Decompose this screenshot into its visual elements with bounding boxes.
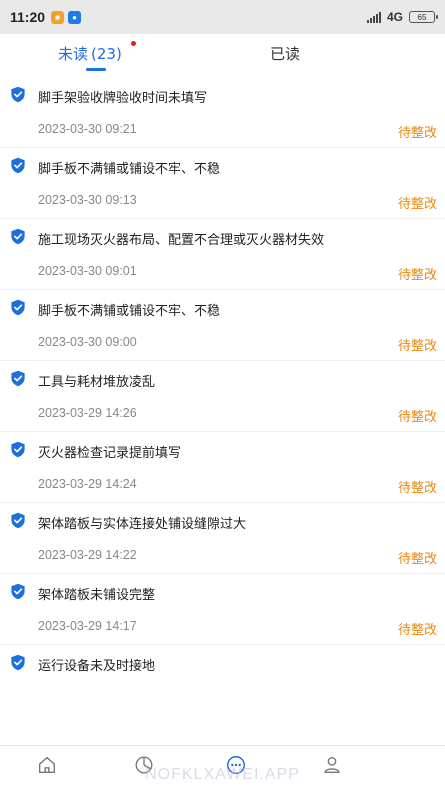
- item-title: 架体踏板与实体连接处铺设缝隙过大: [38, 517, 247, 532]
- shield-check-icon: [11, 583, 25, 600]
- item-time: 2023-03-29 14:26: [38, 406, 137, 420]
- item-title: 脚手板不满铺或铺设不牢、不稳: [38, 162, 221, 177]
- list-item[interactable]: 脚手架验收牌验收时间未填写 2023-03-30 09:21 待整改: [0, 77, 445, 148]
- status-badge: 待整改: [397, 268, 437, 283]
- item-time: 2023-03-30 09:01: [38, 264, 137, 278]
- item-time: 2023-03-30 09:00: [38, 335, 137, 349]
- shield-check-icon: [11, 441, 25, 458]
- item-title: 脚手架验收牌验收时间未填写: [38, 91, 208, 106]
- status-badge: 待整改: [397, 552, 437, 567]
- shield-check-icon: [11, 654, 25, 671]
- item-title: 工具与耗材堆放凌乱: [38, 375, 156, 390]
- item-time: 2023-03-29 14:17: [38, 619, 137, 633]
- item-title: 架体踏板未铺设完整: [38, 588, 156, 603]
- list-item[interactable]: 架体踏板与实体连接处铺设缝隙过大 2023-03-29 14:22 待整改: [0, 503, 445, 574]
- status-badge: 待整改: [397, 126, 437, 141]
- network-type: 4G: [386, 10, 403, 24]
- list-item[interactable]: 工具与耗材堆放凌乱 2023-03-29 14:26 待整改: [0, 361, 445, 432]
- list-item[interactable]: 脚手板不满铺或铺设不牢、不稳 2023-03-30 09:00 待整改: [0, 290, 445, 361]
- item-title: 施工现场灭火器布局、配置不合理或灭火器材失效: [38, 233, 325, 248]
- notification-app-icon-2: ●: [68, 10, 82, 24]
- item-time: 2023-03-29 14:22: [38, 548, 137, 562]
- battery-icon: 65: [409, 11, 438, 23]
- tab-unread-count: (23): [91, 45, 122, 63]
- shield-check-icon: [11, 299, 25, 316]
- unread-badge-dot: [131, 41, 136, 46]
- tab-bar: 未读 (23) 已读: [0, 34, 445, 74]
- active-tab-indicator: [86, 68, 106, 71]
- signal-icon: [366, 11, 381, 23]
- status-badge: 待整改: [397, 339, 437, 354]
- item-title: 脚手板不满铺或铺设不牢、不稳: [38, 304, 221, 319]
- status-badge: 待整改: [397, 623, 437, 638]
- status-time: 11:20: [10, 9, 46, 25]
- tab-read[interactable]: 已读: [270, 43, 300, 64]
- notification-app-icon: ■: [51, 10, 65, 24]
- list-item[interactable]: 灭火器检查记录提前填写 2023-03-29 14:24 待整改: [0, 432, 445, 503]
- list-item[interactable]: 施工现场灭火器布局、配置不合理或灭火器材失效 2023-03-30 09:01 待整…: [0, 219, 445, 290]
- shield-check-icon: [11, 370, 25, 387]
- item-time: 2023-03-30 09:13: [38, 193, 137, 207]
- tab-unread[interactable]: 未读 (23): [58, 43, 122, 64]
- list-item[interactable]: 脚手板不满铺或铺设不牢、不稳 2023-03-30 09:13 待整改: [0, 148, 445, 219]
- shield-check-icon: [11, 86, 25, 103]
- status-badge: 待整改: [397, 197, 437, 212]
- watermark: NOFKLXAWEI.APP: [145, 766, 300, 783]
- item-title: 运行设备未及时接地: [38, 659, 156, 674]
- shield-check-icon: [11, 157, 25, 174]
- notification-list: 脚手架验收牌验收时间未填写 2023-03-30 09:21 待整改 脚手板不满铺或铺…: [0, 77, 445, 716]
- list-item[interactable]: 运行设备未及时接地: [0, 645, 445, 716]
- status-badge: 待整改: [397, 481, 437, 496]
- shield-check-icon: [11, 512, 25, 529]
- list-item[interactable]: 架体踏板未铺设完整 2023-03-29 14:17 待整改: [0, 574, 445, 645]
- item-title: 灭火器检查记录提前填写: [38, 446, 182, 461]
- status-indicators: 4G 65: [366, 10, 438, 24]
- battery-level: 65: [417, 12, 427, 22]
- item-time: 2023-03-30 09:21: [38, 122, 137, 136]
- item-time: 2023-03-29 14:24: [38, 477, 137, 491]
- status-bar: 11:20 ■ ● 4G 65: [0, 0, 445, 34]
- status-badge: 待整改: [397, 410, 437, 425]
- shield-check-icon: [11, 228, 25, 245]
- tab-read-label: 已读: [270, 45, 301, 63]
- tab-unread-label: 未读: [58, 45, 89, 63]
